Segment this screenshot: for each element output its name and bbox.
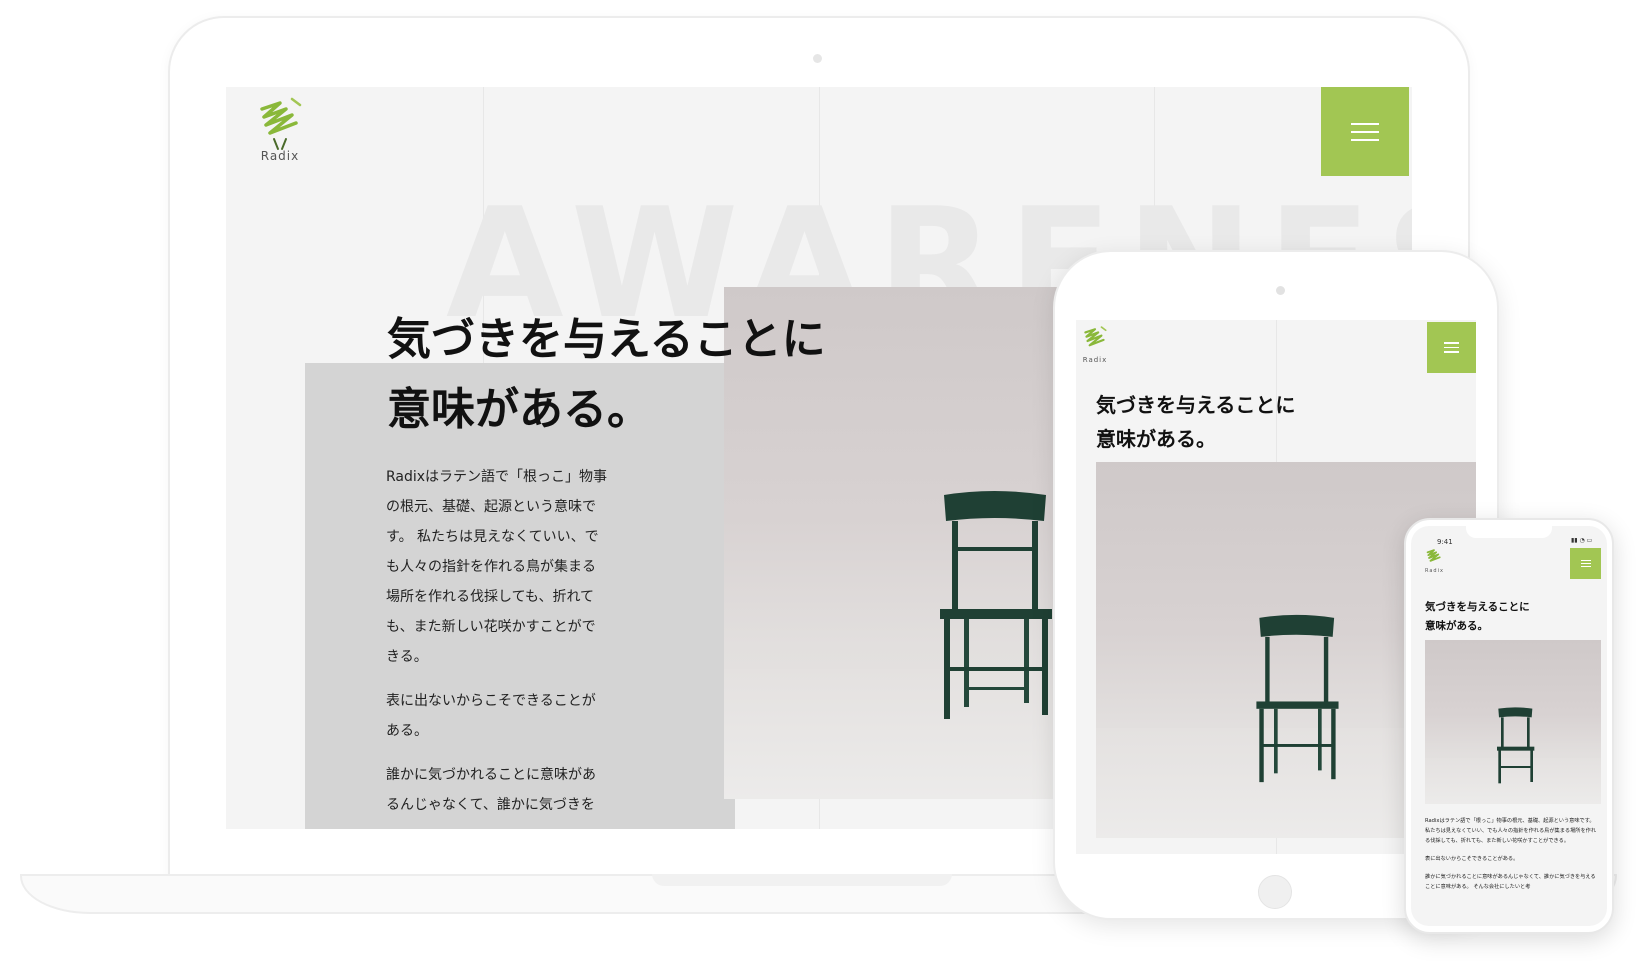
menu-button[interactable]: [1321, 87, 1409, 176]
chair-icon: [1256, 614, 1339, 783]
menu-button[interactable]: [1570, 548, 1601, 579]
hamburger-menu-icon: [1444, 342, 1459, 344]
intro-text: Radixはラテン語で「根っこ」物事 の根元、基礎、起源という意味で す。 私た…: [386, 462, 626, 820]
hamburger-menu-icon: [1580, 560, 1591, 561]
paragraph-2: 表に出ないからこそできることが ある。: [386, 693, 596, 739]
radix-leaf-logo-icon: [1084, 326, 1107, 347]
site-logo[interactable]: Radix: [1425, 548, 1444, 574]
chair-icon: [1497, 707, 1535, 784]
hero-title: 気づきを与えることに 意味がある。: [1096, 393, 1296, 451]
status-signal-icon: ▮▮ ◔ ▭: [1571, 537, 1593, 544]
paragraph-3: 誰かに気づかれることに意味があ るんじゃなくて、誰かに気づきを: [386, 767, 596, 813]
laptop-camera: [813, 54, 822, 63]
site-logo[interactable]: Radix: [256, 97, 304, 163]
tablet-home-button: [1258, 875, 1292, 909]
hero-title: 気づきを与えることに 意味がある。: [1425, 601, 1530, 632]
intro-text: Radixはラテン語で「根っこ」物事の根元、基礎、起源という意味です。 私たちは…: [1425, 818, 1597, 890]
hamburger-menu-icon: [1351, 122, 1379, 125]
hero-title-line1: 気づきを与えることに: [387, 314, 826, 365]
radix-leaf-logo-icon: [260, 97, 302, 150]
phone-page: 9:41 ▮▮ ◔ ▭ Radix 気づきを与えることに 意味がある。 Radi…: [1411, 526, 1607, 926]
hero-title-line2: 意味がある。: [387, 384, 651, 435]
logo-text: Radix: [1425, 568, 1444, 574]
laptop-notch: [652, 874, 952, 886]
phone-notch: [1466, 526, 1552, 538]
hero-title: 気づきを与えることに 意味がある。: [387, 305, 826, 445]
status-time: 9:41: [1437, 538, 1453, 546]
tablet-camera: [1276, 286, 1285, 295]
chair-icon: [940, 491, 1052, 719]
logo-text: Radix: [1082, 356, 1108, 364]
menu-button[interactable]: [1427, 322, 1476, 373]
hero-image: [1425, 640, 1601, 804]
site-logo[interactable]: Radix: [1082, 326, 1108, 364]
paragraph-1: Radixはラテン語で「根っこ」物事 の根元、基礎、起源という意味で す。 私た…: [386, 469, 608, 665]
radix-leaf-logo-icon: [1427, 549, 1442, 562]
logo-text: Radix: [260, 149, 300, 163]
